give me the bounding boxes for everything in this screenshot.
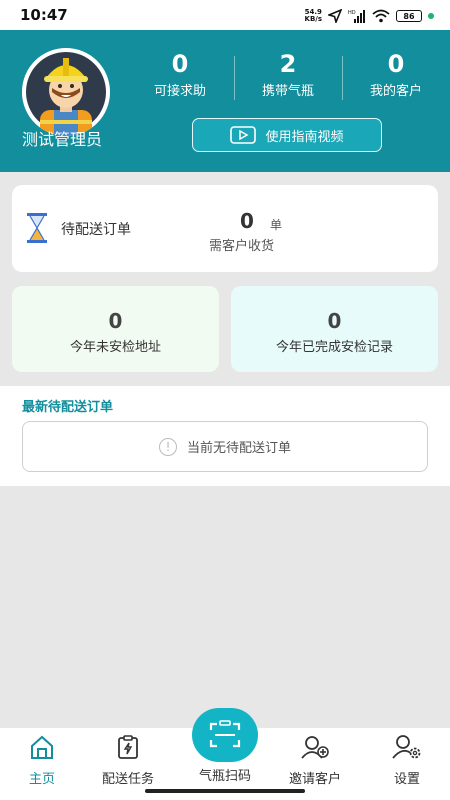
home-icon — [31, 735, 53, 759]
stat-label: 可接求助 — [153, 84, 206, 99]
avatar[interactable] — [22, 48, 110, 136]
delivery-task-icon — [118, 735, 138, 759]
pending-orders-subtitle: 需客户收货 — [209, 239, 275, 254]
net-speed-unit: KB/s — [304, 15, 322, 23]
guide-video-button[interactable]: 使用指南视频 — [192, 118, 382, 152]
status-time: 10:47 — [20, 6, 68, 24]
stat-my-customers[interactable]: 0 我的客户 — [346, 50, 446, 99]
nav-scan-label[interactable]: 气瓶扫码 — [185, 765, 265, 784]
empty-orders-text: 当前无待配送订单 — [186, 441, 291, 456]
scan-icon — [209, 720, 241, 748]
worker-avatar-icon — [22, 48, 110, 136]
user-name: 测试管理员 — [22, 130, 103, 149]
divider — [342, 56, 343, 100]
nav-delivery-tasks[interactable]: 配送任务 — [88, 734, 168, 787]
nav-settings[interactable]: 设置 — [367, 734, 447, 787]
completed-inspections-label: 今年已完成安检记录 — [275, 340, 393, 355]
info-exclamation-icon: ! — [158, 437, 177, 456]
nav-label: 设置 — [393, 772, 420, 787]
invite-customer-icon — [301, 736, 329, 759]
play-video-icon — [230, 126, 257, 144]
net-speed: 54.9 KB/s — [305, 9, 322, 23]
empty-orders-notice: ! 当前无待配送订单 — [22, 421, 428, 472]
stat-help-requests[interactable]: 0 可接求助 — [130, 50, 230, 99]
divider — [234, 56, 235, 100]
nav-home[interactable]: 主页 — [2, 734, 82, 787]
nav-label: 邀请客户 — [288, 772, 341, 787]
guide-video-label: 使用指南视频 — [265, 129, 344, 145]
settings-icon — [392, 735, 421, 759]
stat-label: 携带气瓶 — [261, 84, 314, 99]
location-arrow-icon — [328, 9, 342, 23]
latest-orders-title: 最新待配送订单 — [22, 400, 114, 415]
hourglass-icon — [27, 213, 47, 243]
status-dot — [428, 13, 434, 19]
status-icons: 54.9 KB/s HD 86 — [305, 7, 434, 25]
svg-text:HD: HD — [348, 10, 356, 16]
nav-scan-button[interactable] — [192, 708, 258, 762]
stat-carried-cylinders[interactable]: 2 携带气瓶 — [238, 50, 338, 99]
wifi-icon — [372, 9, 390, 23]
nav-invite-customer[interactable]: 邀请客户 — [275, 734, 355, 787]
unchecked-addresses-count: 0 — [108, 309, 123, 333]
nav-label: 主页 — [28, 772, 55, 787]
nav-label: 配送任务 — [101, 772, 154, 787]
stat-value: 2 — [279, 50, 297, 78]
stat-value: 0 — [171, 50, 189, 78]
stat-label: 我的客户 — [369, 84, 422, 99]
home-indicator[interactable] — [145, 789, 305, 793]
stat-value: 0 — [387, 50, 405, 78]
unchecked-addresses-label: 今年未安检地址 — [69, 340, 161, 355]
battery-icon: 86 — [396, 10, 422, 22]
pending-orders-label: 待配送订单 — [61, 222, 131, 238]
pending-orders-unit: 单 — [270, 218, 283, 232]
signal-icon: HD — [348, 10, 365, 23]
completed-inspections-count: 0 — [327, 309, 342, 333]
pending-orders-count: 0 — [240, 209, 254, 233]
